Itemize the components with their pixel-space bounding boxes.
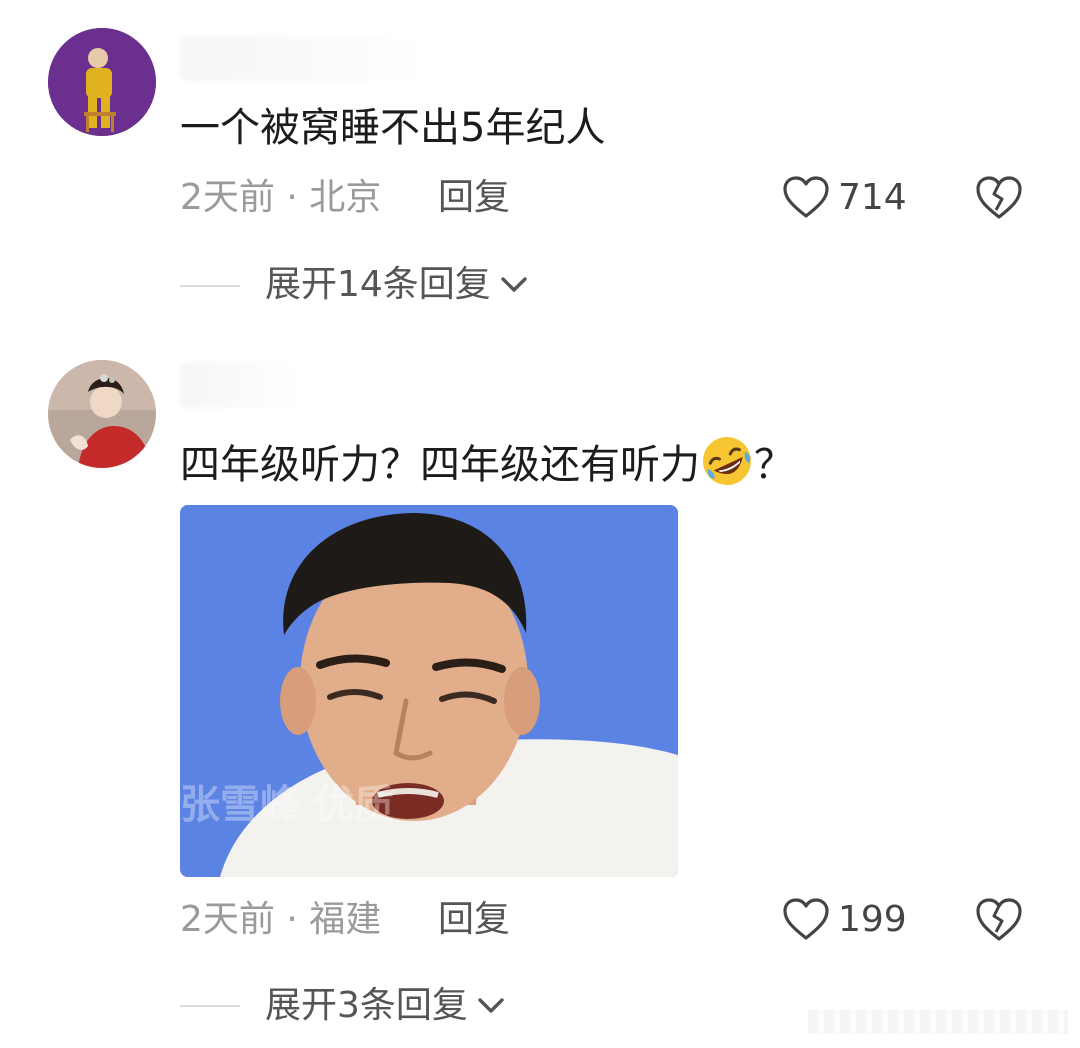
- username-blurred[interactable]: [180, 36, 426, 82]
- expand-replies-label: 展开3条回复: [265, 985, 468, 1026]
- reply-button[interactable]: 回复: [438, 176, 510, 220]
- expand-divider: [180, 1005, 240, 1007]
- heart-icon: [783, 898, 829, 940]
- comment-text: 一个被窝睡不出5年纪人: [180, 105, 606, 151]
- avatar[interactable]: [48, 360, 156, 468]
- like-count: 199: [838, 898, 907, 940]
- heart-icon: [783, 176, 829, 218]
- comment-text-suffix: ？: [754, 442, 794, 488]
- comment-time-location: 2天前 · 福建: [180, 899, 382, 940]
- source-watermark: [808, 1010, 1068, 1034]
- image-watermark: 张雪峰 优质: [180, 782, 394, 828]
- like-button[interactable]: 199: [782, 894, 907, 944]
- rolling-on-floor-laughing-emoji: [703, 437, 751, 485]
- broken-heart-icon[interactable]: [974, 896, 1024, 942]
- chevron-down-icon: [478, 998, 504, 1013]
- broken-heart-icon[interactable]: [974, 174, 1024, 220]
- comment-text: 四年级听力？四年级还有听力 ？: [180, 434, 794, 489]
- expand-replies-button[interactable]: 展开14条回复: [265, 263, 529, 307]
- avatar[interactable]: [48, 28, 156, 136]
- reply-button[interactable]: 回复: [438, 898, 510, 942]
- expand-divider: [180, 285, 240, 287]
- username-blurred[interactable]: [180, 362, 296, 408]
- like-count: 714: [838, 176, 907, 218]
- expand-replies-label: 展开14条回复: [265, 264, 491, 305]
- chevron-down-icon: [501, 277, 527, 292]
- expand-replies-button[interactable]: 展开3条回复: [265, 984, 506, 1028]
- comment-time-location: 2天前 · 北京: [180, 177, 382, 218]
- like-button[interactable]: 714: [782, 172, 907, 222]
- comment-text-main: 四年级听力？四年级还有听力: [180, 442, 700, 488]
